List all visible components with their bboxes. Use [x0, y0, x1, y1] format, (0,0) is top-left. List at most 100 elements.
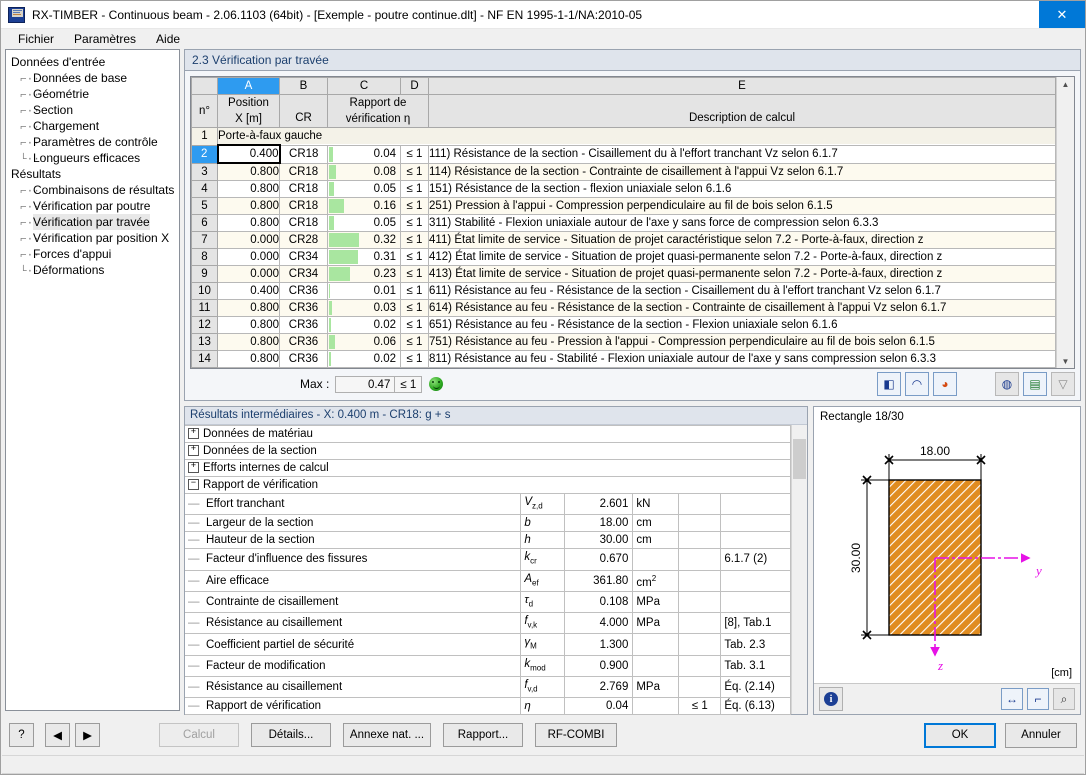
ok-button[interactable]: OK: [924, 722, 996, 748]
cell-cr[interactable]: CR28: [279, 231, 328, 249]
sidebar-item-deformations[interactable]: └··Déformations: [10, 262, 179, 278]
col-letter-c[interactable]: C: [327, 77, 401, 95]
cell-description[interactable]: 311) Stabilité - Flexion uniaxiale autou…: [428, 214, 1056, 232]
intermediate-group-row[interactable]: + Données de la section: [185, 442, 792, 460]
cell-description[interactable]: 114) Résistance de la section - Contrain…: [428, 162, 1056, 181]
table-row[interactable]: 13 0.800 CR36 0.06 ≤ 1 751) Résistance au feu…: [191, 333, 1056, 351]
intermediate-row[interactable]: — Contrainte de cisaillement τd 0.108 MPa: [185, 590, 792, 614]
cell-ratio[interactable]: 0.16: [327, 197, 401, 215]
table-row[interactable]: 14 0.800 CR36 0.02 ≤ 1 811) Résistance au feu…: [191, 350, 1056, 368]
cell-position[interactable]: 0.000: [217, 231, 280, 249]
cell-cr[interactable]: CR36: [279, 299, 328, 317]
scroll-up-icon[interactable]: ▲: [1058, 77, 1073, 91]
intermediate-row[interactable]: — Résistance au cisaillement fv,d 2.769 MPa É…: [185, 676, 792, 699]
group-label[interactable]: + Données de matériau: [185, 425, 792, 443]
sidebar-item-forces-d-appui[interactable]: ⌐··Forces d'appui: [10, 246, 179, 262]
intermediate-row[interactable]: — Facteur de modification kmod 0.900 Tab. 3.…: [185, 654, 792, 678]
fire-design-icon[interactable]: ◕: [933, 372, 957, 396]
cell-position[interactable]: 0.400: [216, 144, 281, 164]
cell-cr[interactable]: CR36: [279, 333, 328, 351]
cell-position[interactable]: 0.400: [217, 282, 280, 300]
expand-toggle-icon[interactable]: +: [188, 428, 199, 440]
intermediate-group-row[interactable]: + Données de matériau: [185, 425, 792, 443]
cell-cr[interactable]: CR18: [279, 197, 328, 215]
group-label[interactable]: − Rapport de vérification: [185, 476, 792, 494]
table-scrollbar[interactable]: ▲ ▼: [1056, 77, 1074, 368]
group-label[interactable]: + Efforts internes de calcul: [185, 459, 792, 477]
row-number[interactable]: 3: [191, 162, 218, 181]
help-icon[interactable]: ?: [9, 723, 34, 747]
dimensions-icon[interactable]: ↔: [1001, 688, 1023, 710]
row-number[interactable]: 6: [191, 214, 218, 232]
cell-description[interactable]: 111) Résistance de la section - Cisaille…: [428, 144, 1056, 164]
cell-description[interactable]: 651) Résistance au feu - Résistance de l…: [428, 316, 1056, 334]
table-row[interactable]: 9 0.000 CR34 0.23 ≤ 1 413) État limite de ser…: [191, 265, 1056, 283]
cell-ratio[interactable]: 0.06: [327, 333, 401, 351]
intermediate-row[interactable]: — Effort tranchant Vz,d 2.601 kN: [185, 492, 792, 516]
tree-group-resultats[interactable]: Résultats: [10, 166, 179, 182]
table-row[interactable]: 7 0.000 CR28 0.32 ≤ 1 411) État limite de ser…: [191, 231, 1056, 249]
col-letter-e[interactable]: E: [428, 77, 1056, 95]
cell-description[interactable]: 151) Résistance de la section - flexion …: [428, 180, 1056, 198]
sidebar-item-chargement[interactable]: ⌐··Chargement: [10, 118, 179, 134]
cell-cr[interactable]: CR36: [279, 350, 328, 368]
cell-cr[interactable]: CR18: [279, 214, 328, 232]
cell-ratio[interactable]: 0.02: [327, 316, 401, 334]
cell-ratio[interactable]: 0.02: [327, 350, 401, 368]
row-number[interactable]: 11: [191, 299, 218, 317]
sidebar-item-verification-par-poutre[interactable]: ⌐··Vérification par poutre: [10, 198, 179, 214]
sidebar-item-donnees-de-base[interactable]: ⌐··Données de base: [10, 70, 179, 86]
col-letter-a[interactable]: A: [217, 77, 280, 95]
cell-description[interactable]: 251) Pression à l'appui - Compression pe…: [428, 197, 1056, 215]
cancel-button[interactable]: Annuler: [1005, 722, 1077, 748]
cell-position[interactable]: 0.800: [217, 316, 280, 334]
cell-position[interactable]: 0.800: [217, 162, 280, 181]
row-number[interactable]: 2: [191, 144, 218, 164]
intermediate-row[interactable]: — Résistance au cisaillement fv,k 4.000 MPa […: [185, 612, 792, 635]
expand-toggle-icon[interactable]: +: [188, 445, 199, 457]
row-number[interactable]: 4: [191, 180, 218, 198]
cell-description[interactable]: 811) Résistance au feu - Stabilité - Fle…: [428, 350, 1056, 368]
filter-gt1-icon[interactable]: ▽: [1051, 372, 1075, 396]
cell-ratio[interactable]: 0.23: [327, 265, 401, 283]
menu-parametres[interactable]: Paramètres: [65, 30, 145, 48]
menu-fichier[interactable]: Fichier: [9, 30, 63, 48]
cell-description[interactable]: 611) Résistance au feu - Résistance de l…: [428, 282, 1056, 300]
cell-cr[interactable]: CR36: [279, 282, 328, 300]
cell-description[interactable]: 412) État limite de service - Situation …: [428, 248, 1056, 266]
cell-ratio[interactable]: 0.31: [327, 248, 401, 266]
row-number[interactable]: 14: [191, 350, 218, 368]
results-deformation-icon[interactable]: ◠: [905, 372, 929, 396]
row-number[interactable]: 10: [191, 282, 218, 300]
table-row[interactable]: 10 0.400 CR36 0.01 ≤ 1 611) Résistance au feu…: [191, 282, 1056, 300]
row-number[interactable]: 7: [191, 231, 218, 249]
sidebar-item-longueurs-efficaces[interactable]: └··Longueurs efficaces: [10, 150, 179, 166]
row-number[interactable]: 8: [191, 248, 218, 266]
sidebar-item-verification-par-position-x[interactable]: ⌐··Vérification par position X: [10, 230, 179, 246]
intermediate-row[interactable]: — Facteur d'influence des fissures kcr 0.67…: [185, 548, 792, 571]
intermediate-scrollbar[interactable]: [791, 425, 807, 714]
table-row[interactable]: 12 0.800 CR36 0.02 ≤ 1 651) Résistance au feu…: [191, 316, 1056, 334]
cell-ratio[interactable]: 0.04: [327, 144, 401, 164]
col-letter-b[interactable]: B: [279, 77, 328, 95]
col-letter-d[interactable]: D: [400, 77, 429, 95]
cell-cr[interactable]: CR34: [279, 265, 328, 283]
row-number[interactable]: 12: [191, 316, 218, 334]
rf-combi-button[interactable]: RF-COMBI: [535, 723, 617, 747]
details-button[interactable]: Détails...: [251, 723, 331, 747]
intermediate-row[interactable]: — Hauteur de la section h 30.00 cm: [185, 531, 792, 550]
cell-position[interactable]: 0.800: [217, 180, 280, 198]
cell-cr[interactable]: CR18: [279, 144, 328, 164]
sidebar-item-parametres-de-controle[interactable]: ⌐··Paramètres de contrôle: [10, 134, 179, 150]
menu-aide[interactable]: Aide: [147, 30, 189, 48]
intermediate-row[interactable]: — Rapport de vérification η 0.04 ≤ 1 Éq. (6.1…: [185, 697, 792, 716]
previous-module-icon[interactable]: ◀: [45, 723, 70, 747]
view-results-icon[interactable]: ◍: [995, 372, 1019, 396]
intermediate-row[interactable]: — Largeur de la section b 18.00 cm: [185, 514, 792, 533]
row-number[interactable]: 1: [191, 127, 218, 146]
section-viewer-canvas[interactable]: 18.00 30.00 y z [cm]: [814, 423, 1080, 683]
zoom-reset-icon[interactable]: ⌕: [1053, 688, 1075, 710]
row-number[interactable]: 13: [191, 333, 218, 351]
cell-position[interactable]: 0.800: [217, 214, 280, 232]
cell-position[interactable]: 0.800: [217, 350, 280, 368]
